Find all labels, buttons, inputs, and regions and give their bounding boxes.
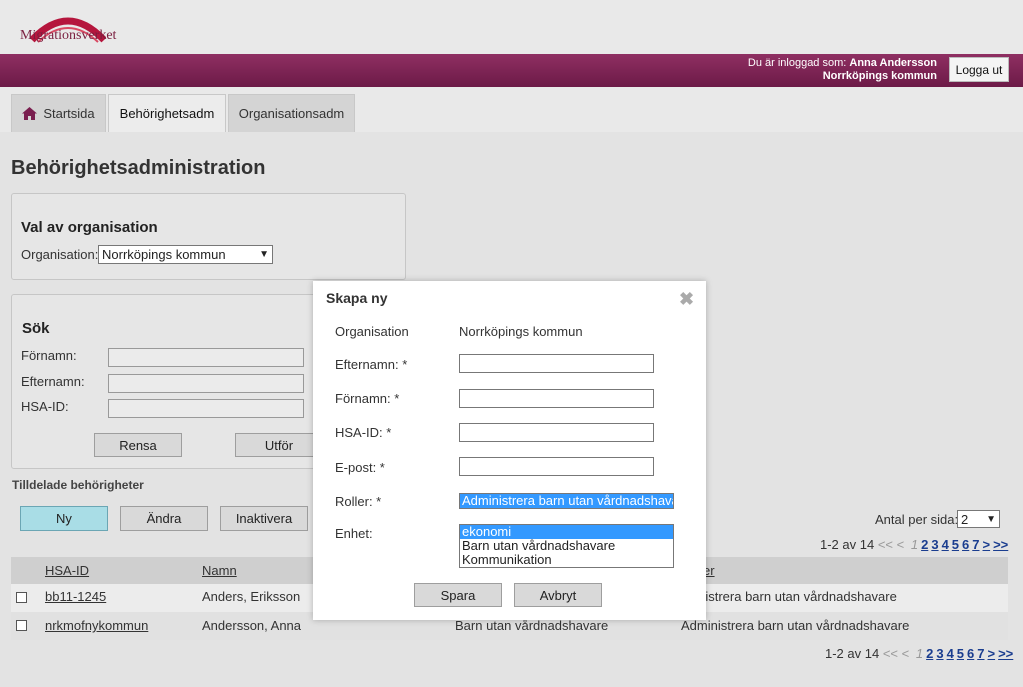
org-box-title: Val av organisation [21, 219, 158, 236]
clear-button[interactable]: Rensa [94, 433, 182, 457]
pager-next[interactable]: > [988, 646, 996, 661]
row-name: Anders, Eriksson [202, 589, 301, 604]
pager-next[interactable]: > [983, 537, 991, 552]
per-page-select[interactable]: 2 ▼ [957, 510, 1000, 528]
dialog-title: Skapa ny [326, 290, 388, 306]
pager-page-link[interactable]: 4 [947, 646, 954, 661]
pager-page-link[interactable]: 7 [977, 646, 984, 661]
pager-page-link[interactable]: 3 [936, 646, 943, 661]
new-button[interactable]: Ny [20, 506, 108, 531]
save-button[interactable]: Spara [414, 583, 502, 607]
tab-startsida[interactable]: Startsida [11, 94, 106, 132]
dialog-org-label: Organisation [335, 324, 409, 339]
dialog-firstname-label: Förnamn: * [335, 391, 400, 406]
per-page-label: Antal per sida: [875, 512, 959, 527]
execute-search-button[interactable]: Utför [235, 433, 323, 457]
row-role: Administrera barn utan vårdnadshavare [681, 618, 910, 633]
tab-label: Startsida [43, 106, 95, 121]
logo-text: Migrationsverket [20, 28, 117, 43]
dialog-org-value: Norrköpings kommun [459, 324, 583, 339]
chevron-down-icon: ▼ [259, 249, 269, 260]
org-selection-box [11, 193, 406, 280]
column-header-name[interactable]: Namn [202, 563, 237, 578]
roles-option[interactable]: Administrera barn utan vårdnadshavare [460, 494, 673, 508]
pager-bottom: 1-2 av 14 << < 1 2 3 4 5 6 7 > >> [825, 646, 1013, 661]
pager-prev: < [901, 646, 910, 661]
edit-button[interactable]: Ändra [120, 506, 208, 531]
unit-option[interactable]: Kommunikation [460, 553, 673, 567]
column-header-hsa-id[interactable]: HSA-ID [45, 563, 89, 578]
page-title: Behörighetsadministration [11, 157, 266, 179]
dialog-email-label: E-post: * [335, 460, 385, 475]
close-icon[interactable]: ✖ [679, 289, 694, 310]
pager-last[interactable]: >> [993, 537, 1008, 552]
pager-page-link[interactable]: 7 [972, 537, 979, 552]
hsaid-field[interactable] [459, 423, 654, 442]
pager-page-link[interactable]: 5 [952, 537, 959, 552]
email-field[interactable] [459, 457, 654, 476]
dialog-unit-label: Enhet: [335, 526, 373, 541]
pager-range: 1-2 av 14 [820, 537, 875, 552]
pager-page-link[interactable]: 3 [931, 537, 938, 552]
row-checkbox[interactable] [16, 592, 27, 603]
pager-prev: < [896, 537, 905, 552]
pager-page-link[interactable]: 6 [967, 646, 974, 661]
pager-range: 1-2 av 14 [825, 646, 880, 661]
row-hsa-id-link[interactable]: bb11-1245 [45, 589, 106, 604]
unit-option[interactable]: Barn utan vårdnadshavare [460, 539, 673, 553]
firstname-search-label: Förnamn: [21, 348, 77, 363]
top-header [0, 0, 1023, 54]
pager-first: << [882, 646, 899, 661]
pager-page-link[interactable]: 2 [921, 537, 928, 552]
dialog-roles-label: Roller: * [335, 494, 382, 509]
row-hsa-id-link[interactable]: nrkmofnykommun [45, 618, 148, 633]
hsaid-search-input[interactable] [108, 399, 304, 418]
tab-behorighetsadm[interactable]: Behörighetsadm [108, 94, 226, 132]
hsaid-search-label: HSA-ID: [21, 399, 69, 414]
row-name: Andersson, Anna [202, 618, 302, 633]
user-name: Anna Andersson [849, 57, 937, 69]
pager-last[interactable]: >> [998, 646, 1013, 661]
lastname-search-input[interactable] [108, 374, 304, 393]
deactivate-button[interactable]: Inaktivera [220, 506, 308, 531]
tab-label: Behörighetsadm [119, 106, 215, 121]
pager-current: 1 [910, 537, 919, 552]
dialog-hsaid-label: HSA-ID: * [335, 425, 392, 440]
home-icon [22, 107, 38, 120]
assigned-title: Tilldelade behörigheter [12, 478, 144, 492]
pager-page-link[interactable]: 6 [962, 537, 969, 552]
unit-listbox[interactable]: ekonomi Barn utan vårdnadshavare Kommuni… [459, 524, 674, 568]
pager-first: << [877, 537, 894, 552]
lastname-field[interactable] [459, 354, 654, 373]
firstname-search-input[interactable] [108, 348, 304, 367]
dialog-lastname-label: Efternamn: * [335, 357, 408, 372]
logged-in-prefix: Du är inloggad som: [747, 57, 847, 69]
lastname-search-label: Efternamn: [21, 374, 85, 389]
roles-listbox[interactable]: Administrera barn utan vårdnadshavare [459, 493, 674, 509]
logged-in-info: Du är inloggad som: Anna Andersson Norrk… [748, 57, 937, 83]
firstname-field[interactable] [459, 389, 654, 408]
logout-button[interactable]: Logga ut [949, 57, 1009, 82]
row-role: ninistrera barn utan vårdnadshavare [688, 589, 897, 604]
row-unit: Barn utan vårdnadshavare [455, 618, 609, 633]
row-checkbox[interactable] [16, 620, 27, 631]
pager-page-link[interactable]: 4 [942, 537, 949, 552]
tab-label: Organisationsadm [238, 106, 345, 121]
tab-organisationsadm[interactable]: Organisationsadm [228, 94, 355, 132]
pager-current: 1 [915, 646, 924, 661]
pager-top: 1-2 av 14 << < 1 2 3 4 5 6 7 > >> [820, 537, 1008, 552]
per-page-value: 2 [961, 511, 969, 527]
org-label: Organisation: [21, 247, 99, 262]
org-select[interactable]: Norrköpings kommun ▼ [98, 245, 273, 264]
pager-page-link[interactable]: 2 [926, 646, 933, 661]
unit-option[interactable]: ekonomi [460, 525, 673, 539]
chevron-down-icon: ▼ [986, 513, 996, 525]
user-org: Norrköpings kommun [822, 70, 937, 82]
org-select-value: Norrköpings kommun [102, 247, 226, 262]
pager-page-link[interactable]: 5 [957, 646, 964, 661]
cancel-button[interactable]: Avbryt [514, 583, 602, 607]
search-box-title: Sök [22, 320, 50, 337]
